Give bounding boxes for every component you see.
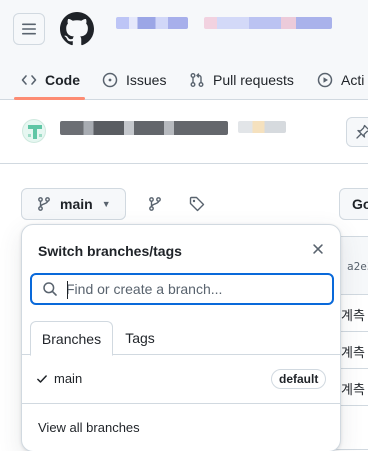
- current-branch-label: main: [60, 196, 93, 212]
- git-branch-icon: [149, 197, 161, 211]
- tab-code-label: Code: [45, 72, 80, 88]
- code-icon: [21, 75, 37, 85]
- branches-link[interactable]: [143, 192, 167, 216]
- tab-branches[interactable]: Branches: [30, 321, 113, 356]
- view-all-branches-link[interactable]: View all branches: [38, 420, 140, 435]
- check-icon: [37, 375, 47, 383]
- hamburger-icon: [22, 23, 36, 35]
- divider: [22, 403, 340, 404]
- close-icon: [313, 244, 323, 254]
- text-cursor: [67, 281, 68, 299]
- tag-icon: [189, 196, 205, 212]
- chevron-down-icon: ▼: [101, 199, 111, 209]
- page: Code Issues Pull requests Acti main ▼ Go…: [0, 0, 368, 451]
- github-logo-icon[interactable]: [60, 12, 94, 46]
- branch-select-button[interactable]: main ▼: [21, 188, 126, 220]
- branch-list-item[interactable]: main default: [22, 363, 340, 395]
- close-button[interactable]: [308, 239, 328, 259]
- pin-icon: [356, 124, 368, 139]
- tab-pull-requests[interactable]: Pull requests: [189, 60, 294, 100]
- branch-name: main: [54, 371, 83, 386]
- go-to-file-label: Go: [352, 196, 368, 212]
- search-icon: [43, 282, 57, 296]
- branches-tags-tabs: Branches Tags: [22, 321, 340, 356]
- tab-issues[interactable]: Issues: [102, 60, 166, 100]
- go-to-file-button[interactable]: Go: [339, 188, 368, 220]
- branch-search-input[interactable]: [66, 281, 306, 297]
- hamburger-menu-button[interactable]: [13, 13, 45, 45]
- branch-switcher-dropdown: Switch branches/tags Branches Tags: [21, 224, 341, 451]
- git-branch-icon: [38, 197, 50, 211]
- owner-avatar[interactable]: [22, 119, 46, 143]
- branch-search-field[interactable]: [30, 273, 334, 305]
- issue-opened-icon: [102, 72, 118, 88]
- tab-tags-label: Tags: [125, 330, 155, 346]
- active-tab-indicator: [14, 97, 85, 100]
- tab-pull-requests-label: Pull requests: [213, 72, 294, 88]
- pin-button[interactable]: [346, 117, 368, 147]
- default-branch-badge: default: [271, 369, 327, 389]
- tab-actions[interactable]: Acti: [317, 60, 364, 100]
- tab-branches-label: Branches: [41, 330, 102, 347]
- play-icon: [317, 72, 333, 88]
- tab-code[interactable]: Code: [21, 60, 80, 100]
- dropdown-title: Switch branches/tags: [38, 243, 182, 259]
- tab-tags[interactable]: Tags: [120, 321, 160, 355]
- tab-issues-label: Issues: [126, 72, 167, 88]
- tags-link[interactable]: [185, 192, 209, 216]
- git-pull-request-icon: [190, 73, 204, 87]
- repo-nav-tabs: Code Issues Pull requests Acti: [0, 60, 368, 100]
- tab-actions-label: Acti: [341, 72, 365, 88]
